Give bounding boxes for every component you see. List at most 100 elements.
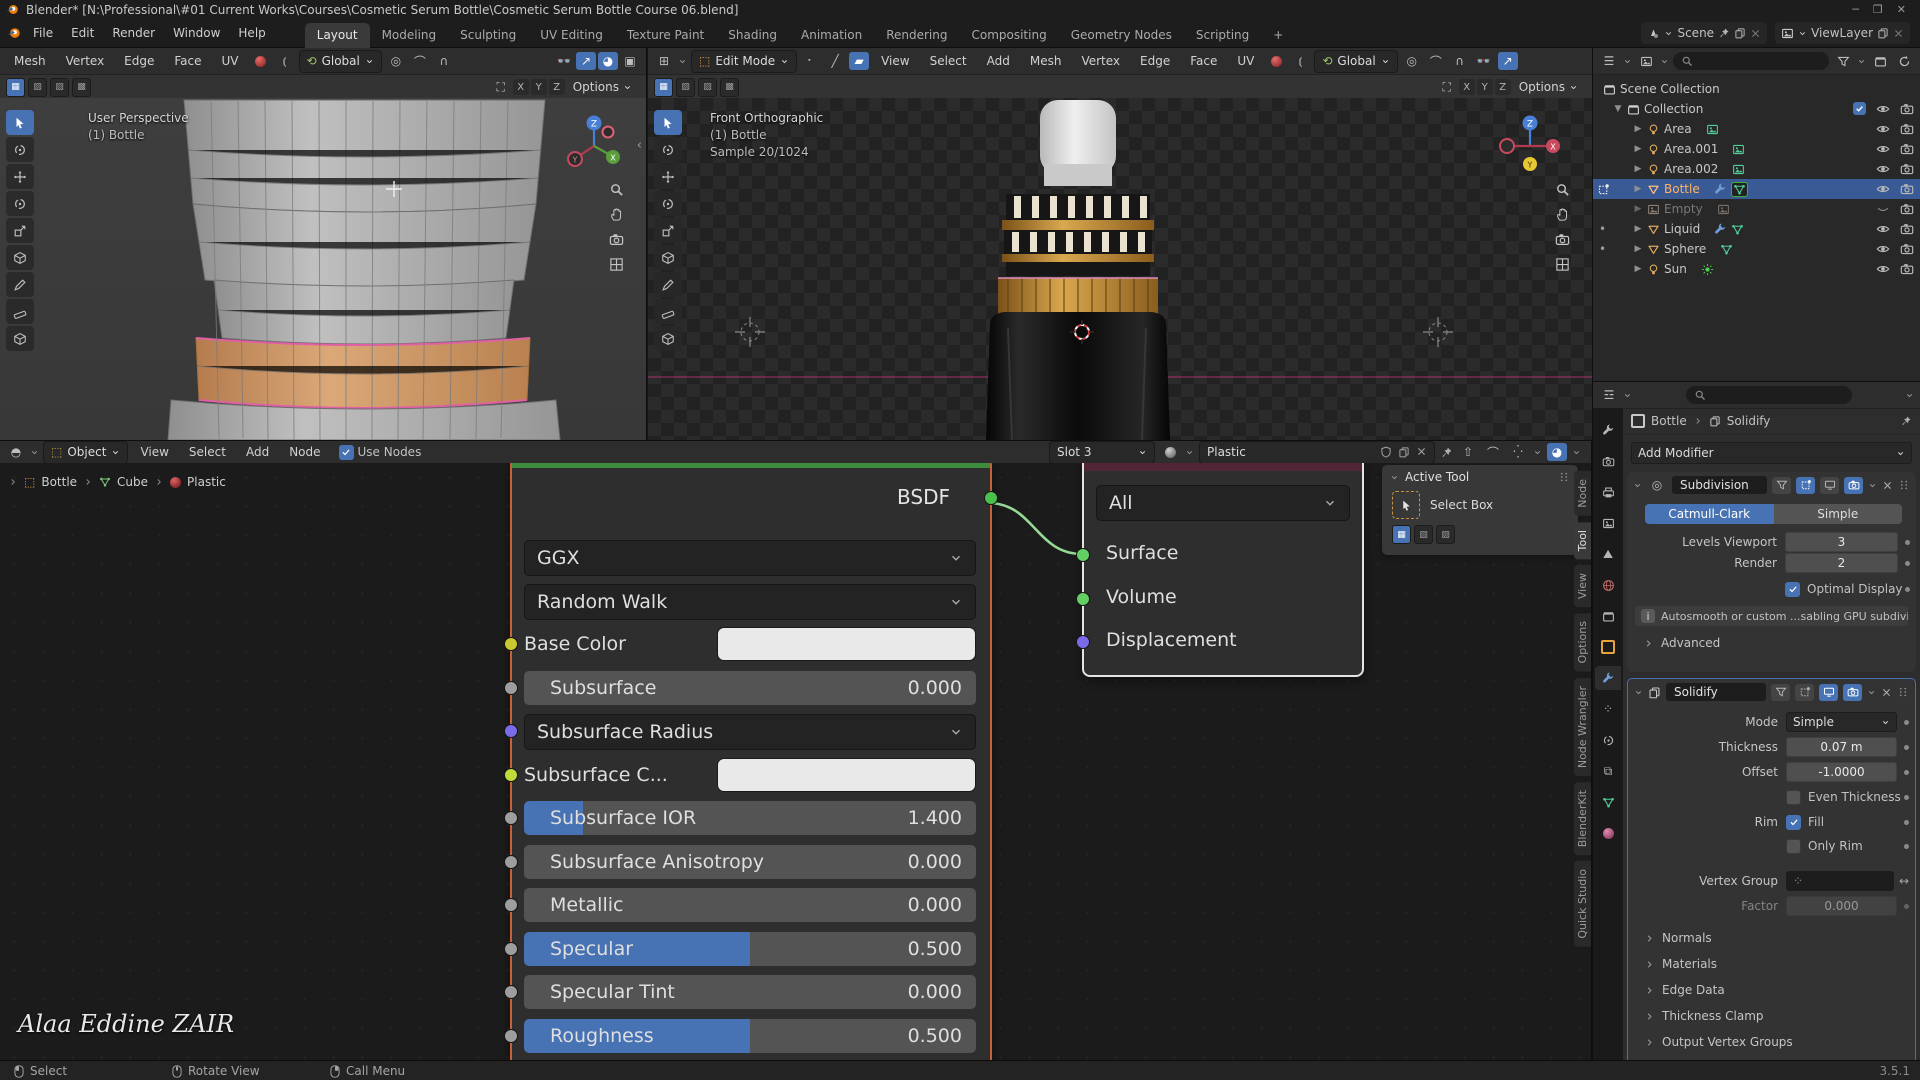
add-cube-tool[interactable]	[6, 326, 34, 351]
navigation-gizmo[interactable]: Z X Y	[1498, 112, 1562, 176]
snap-magnet-icon[interactable]: ⌒	[1483, 443, 1503, 461]
workspace-tab-add[interactable]: +	[1261, 23, 1295, 48]
editor-type-icon[interactable]: ☲	[1599, 386, 1619, 404]
menu-edge[interactable]: Edge	[116, 51, 162, 71]
camera-icon[interactable]	[1900, 102, 1914, 116]
tool-options-dropdown[interactable]: Options	[1511, 77, 1586, 97]
roughness-socket[interactable]	[504, 1029, 518, 1043]
on-cage-toggle[interactable]	[1795, 683, 1814, 701]
close-icon[interactable]	[1416, 446, 1427, 457]
tab-blenderkit[interactable]: BlenderKit	[1574, 781, 1591, 856]
ortho-grid-icon[interactable]	[609, 257, 624, 272]
tab-view-layer-icon[interactable]	[1595, 511, 1621, 535]
factor-field[interactable]: 0.000	[1786, 896, 1897, 916]
camera-icon[interactable]	[1900, 222, 1914, 236]
camera-icon[interactable]	[1900, 262, 1914, 276]
outliner-row-area002[interactable]: ▶ Area.002	[1593, 159, 1920, 179]
camera-view-icon[interactable]	[1555, 232, 1570, 247]
metallic-row[interactable]: Metallic 0.000	[524, 888, 976, 922]
menu-uv[interactable]: UV	[214, 51, 247, 71]
select-mode-new[interactable]: ▦	[6, 77, 25, 97]
select-mode-subtract[interactable]: ▨	[698, 77, 717, 97]
close-button[interactable]: ✕	[1897, 3, 1906, 16]
output-vertex-groups-panel-toggle[interactable]: Output Vertex Groups	[1644, 1035, 1793, 1049]
rotate-tool[interactable]	[654, 191, 682, 216]
subsurface-anisotropy-socket[interactable]	[504, 855, 518, 869]
proportional-edit-icon[interactable]: ⦅	[1290, 52, 1310, 70]
camera-icon[interactable]	[1900, 142, 1914, 156]
eye-icon[interactable]	[1876, 122, 1890, 136]
pan-hand-icon[interactable]	[1555, 207, 1570, 222]
menu-help[interactable]: Help	[229, 22, 274, 44]
ortho-grid-icon[interactable]	[1555, 257, 1570, 272]
edge-data-panel-toggle[interactable]: Edge Data	[1644, 983, 1725, 997]
subsurface-anisotropy-row[interactable]: Subsurface Anisotropy 0.000	[524, 845, 976, 879]
animate-dot[interactable]	[1904, 794, 1909, 800]
tool-mode-new[interactable]: ▦	[1392, 525, 1411, 544]
select-mode-subtract[interactable]: ▨	[50, 77, 69, 97]
copy-icon[interactable]	[1734, 27, 1746, 39]
drag-dots-icon[interactable]	[1558, 471, 1570, 483]
offset-field[interactable]: -1.0000	[1786, 762, 1897, 782]
move-tool[interactable]	[6, 164, 34, 189]
tab-particles-icon[interactable]: ⁘	[1595, 697, 1621, 721]
render-display-toggle[interactable]	[1844, 476, 1863, 494]
edit-mode-display-toggle[interactable]	[1772, 476, 1791, 494]
delete-modifier-icon[interactable]	[1882, 480, 1893, 491]
display-mode-icon[interactable]: ☰	[1599, 52, 1619, 70]
realtime-display-toggle[interactable]	[1820, 476, 1839, 494]
gizmos-toggle-icon[interactable]: ↗	[576, 52, 596, 70]
workspace-tab-geometry-nodes[interactable]: Geometry Nodes	[1059, 23, 1184, 48]
tab-output-icon[interactable]	[1595, 480, 1621, 504]
output-target-select[interactable]: All	[1096, 485, 1350, 521]
tool-mode-subtract[interactable]: ▨	[1436, 525, 1455, 544]
mode-select[interactable]: ⬚ Edit Mode	[691, 49, 798, 73]
snap-magnet-icon[interactable]: ⌒	[410, 52, 430, 70]
material-slot-select[interactable]: Slot 3	[1049, 441, 1155, 463]
tab-node[interactable]: Node	[1574, 471, 1591, 516]
simple-button[interactable]: Simple	[1773, 504, 1902, 524]
scene-collection-row[interactable]: Scene Collection	[1593, 79, 1920, 99]
editor-type-icon[interactable]: ⊞	[654, 52, 674, 70]
eye-icon[interactable]	[1876, 142, 1890, 156]
pin-icon[interactable]	[1900, 415, 1912, 427]
mode-select[interactable]: Simple	[1786, 712, 1897, 732]
roughness-row[interactable]: Roughness 0.500	[524, 1019, 976, 1053]
blender-menu-icon[interactable]	[4, 24, 24, 42]
tab-data-icon[interactable]	[1595, 790, 1621, 814]
shader-type-select[interactable]: ⬚ Object	[43, 441, 129, 463]
add-cube-tool[interactable]	[654, 326, 682, 351]
sidebar-collapse-arrow[interactable]: ‹	[637, 138, 642, 153]
menu-edit[interactable]: Edit	[62, 22, 103, 44]
tab-tool[interactable]: Tool	[1574, 521, 1591, 560]
workspace-tab-animation[interactable]: Animation	[789, 23, 874, 48]
menu-render[interactable]: Render	[103, 22, 164, 44]
mirror-z-button[interactable]: Z	[1494, 79, 1511, 95]
tab-physics-icon[interactable]	[1595, 728, 1621, 752]
overlays-toggle-icon[interactable]: ◕	[598, 52, 618, 70]
navigation-gizmo[interactable]: Z Y X	[562, 112, 626, 176]
levels-viewport-field[interactable]: 3	[1785, 532, 1898, 552]
workspace-tab-sculpting[interactable]: Sculpting	[448, 23, 528, 48]
mirror-icon[interactable]: ⛶	[491, 78, 511, 96]
pivot-point-icon[interactable]: ◎	[1402, 52, 1422, 70]
workspace-tab-shading[interactable]: Shading	[716, 23, 789, 48]
measure-tool[interactable]	[654, 299, 682, 324]
camera-view-icon[interactable]	[609, 232, 624, 247]
outliner-search-input[interactable]	[1673, 52, 1829, 70]
panel-collapse-chevron[interactable]	[1390, 473, 1399, 482]
menu-view[interactable]: View	[873, 51, 917, 71]
specular-tint-socket[interactable]	[504, 985, 518, 999]
gizmos-toggle-icon[interactable]: ↗	[1497, 52, 1518, 70]
metallic-socket[interactable]	[504, 898, 518, 912]
tab-tool-icon[interactable]	[1595, 418, 1621, 442]
animate-dot[interactable]	[1904, 744, 1909, 750]
animate-dot[interactable]	[1905, 539, 1910, 545]
menu-mesh[interactable]: Mesh	[1022, 51, 1070, 71]
minimize-button[interactable]: ─	[1852, 3, 1859, 16]
outliner-row-sphere[interactable]: • ▶ Sphere	[1593, 239, 1920, 259]
mirror-z-button[interactable]: Z	[548, 79, 565, 95]
menu-vertex[interactable]: Vertex	[1073, 51, 1128, 71]
transform-orientation-select[interactable]: ⟲ Global	[298, 49, 382, 73]
menu-add[interactable]: Add	[979, 51, 1018, 71]
